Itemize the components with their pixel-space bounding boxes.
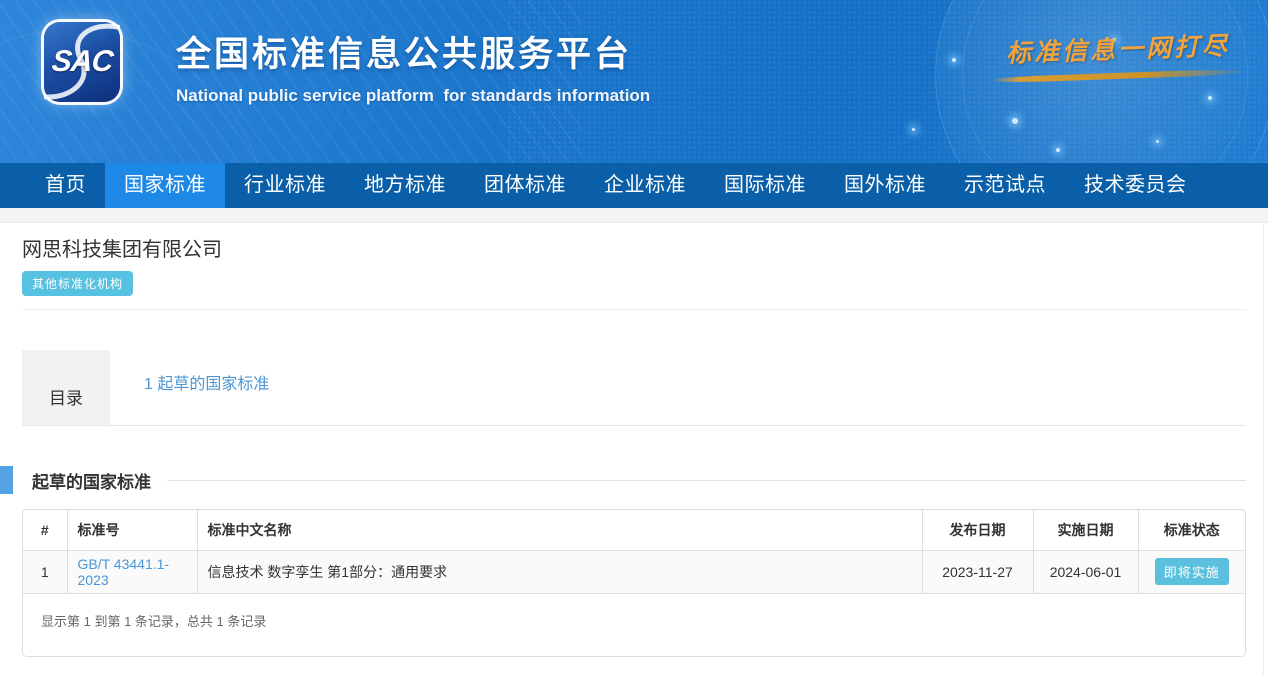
glow-dot [952, 58, 956, 62]
section-rule [167, 480, 1246, 481]
cell-status: 即将实施 [1138, 550, 1245, 593]
org-name: 网思科技集团有限公司 [22, 236, 1246, 264]
nav-item-local-standards[interactable]: 地方标准 [345, 163, 465, 208]
toc-link-drafted-national-standards[interactable]: 1 起草的国家标准 [144, 376, 269, 393]
toc-label: 目录 [22, 350, 110, 425]
glow-dot [1156, 140, 1159, 143]
site-title: 全国标准信息公共服务平台 [176, 26, 650, 77]
col-header-implement-date: 实施日期 [1033, 510, 1138, 550]
toc-body: 1 起草的国家标准 [110, 350, 1246, 425]
globe-decoration [935, 0, 1268, 163]
nav-list: 首页 国家标准 行业标准 地方标准 团体标准 企业标准 国际标准 国外标准 示范… [0, 163, 1268, 208]
logo-text: SAC [50, 45, 114, 79]
cell-standard-number: GB/T 43441.1-2023 [67, 550, 197, 593]
cell-index: 1 [23, 550, 67, 593]
site-banner: SAC 全国标准信息公共服务平台 National public service… [0, 0, 1268, 163]
pagination-info: 显示第 1 到第 1 条记录，总共 1 条记录 [23, 594, 1245, 656]
section-marker [0, 466, 13, 494]
col-header-index: # [23, 510, 67, 550]
standards-table-card: # 标准号 标准中文名称 发布日期 实施日期 标准状态 1 GB/T 43441… [22, 509, 1246, 657]
site-subtitle: National public service platform for sta… [176, 86, 650, 106]
cell-publish-date: 2023-11-27 [922, 550, 1033, 593]
divider [22, 309, 1246, 310]
cell-standard-name: 信息技术 数字孪生 第1部分：通用要求 [197, 550, 922, 593]
nav-item-foreign-standards[interactable]: 国外标准 [825, 163, 945, 208]
col-header-publish-date: 发布日期 [922, 510, 1033, 550]
site-titles: 全国标准信息公共服务平台 National public service pla… [176, 26, 650, 106]
org-type-badge: 其他标准化机构 [22, 271, 133, 296]
status-badge: 即将实施 [1155, 558, 1229, 585]
toc-panel: 目录 1 起草的国家标准 [22, 350, 1246, 426]
nav-item-group-standards[interactable]: 团体标准 [465, 163, 585, 208]
nav-item-national-standards[interactable]: 国家标准 [105, 163, 225, 208]
section-header: 起草的国家标准 [0, 466, 1246, 494]
col-header-standard-number: 标准号 [67, 510, 197, 550]
glow-dot [1012, 118, 1018, 124]
nav-item-pilot-programs[interactable]: 示范试点 [945, 163, 1065, 208]
section-title: 起草的国家标准 [32, 468, 151, 493]
cell-implement-date: 2024-06-01 [1033, 550, 1138, 593]
page: SAC 全国标准信息公共服务平台 National public service… [0, 0, 1268, 675]
main-nav: 首页 国家标准 行业标准 地方标准 团体标准 企业标准 国际标准 国外标准 示范… [0, 163, 1268, 208]
nav-item-enterprise-standards[interactable]: 企业标准 [585, 163, 705, 208]
table-row: 1 GB/T 43441.1-2023 信息技术 数字孪生 第1部分：通用要求 … [23, 550, 1245, 593]
glow-dot [912, 128, 915, 131]
col-header-status: 标准状态 [1138, 510, 1245, 550]
slogan-text: 标准信息一网打尽 [997, 26, 1238, 70]
sac-logo[interactable]: SAC [44, 22, 120, 102]
nav-item-industry-standards[interactable]: 行业标准 [225, 163, 345, 208]
nav-item-international-standards[interactable]: 国际标准 [705, 163, 825, 208]
glow-dot [1056, 148, 1060, 152]
standard-number-link[interactable]: GB/T 43441.1-2023 [78, 556, 170, 588]
sub-nav-strip [0, 208, 1268, 223]
col-header-standard-name: 标准中文名称 [197, 510, 922, 550]
nav-item-home[interactable]: 首页 [26, 163, 105, 208]
glow-dot [1208, 96, 1212, 100]
standards-table: # 标准号 标准中文名称 发布日期 实施日期 标准状态 1 GB/T 43441… [23, 510, 1245, 594]
slogan: 标准信息一网打尽 [998, 30, 1238, 79]
main-content: 网思科技集团有限公司 其他标准化机构 目录 1 起草的国家标准 起草的国家标准 [0, 223, 1268, 657]
table-header-row: # 标准号 标准中文名称 发布日期 实施日期 标准状态 [23, 510, 1245, 550]
nav-item-technical-committees[interactable]: 技术委员会 [1065, 163, 1206, 208]
